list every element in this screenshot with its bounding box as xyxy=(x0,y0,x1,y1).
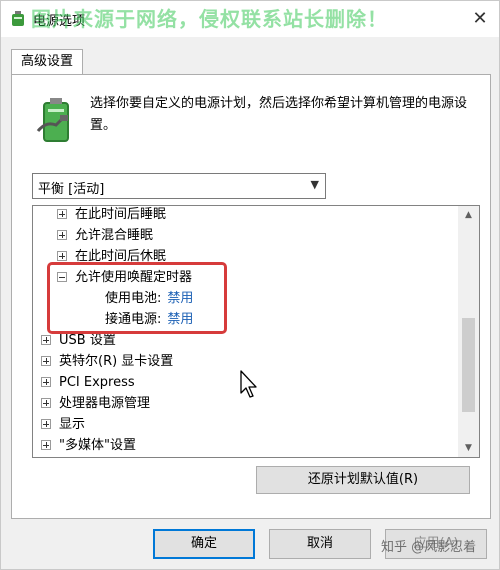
watermark-text: 图片来源于网络，侵权联系站长删除！ xyxy=(31,7,388,31)
tree-item-label: "多媒体"设置 xyxy=(59,438,136,453)
restore-defaults-button[interactable]: 还原计划默认值(R) xyxy=(256,466,470,494)
expand-icon[interactable] xyxy=(41,335,51,345)
tree-item-label: PCI Express xyxy=(59,375,135,390)
expand-icon[interactable] xyxy=(41,419,51,429)
red-highlight-box xyxy=(47,262,227,334)
scroll-thumb[interactable] xyxy=(462,318,475,412)
credit-watermark: 知乎 @风影忍着 xyxy=(381,540,477,555)
scroll-up-arrow-icon[interactable]: ▲ xyxy=(458,206,479,224)
battery-plug-icon xyxy=(36,98,69,142)
tree-item-display[interactable]: 显示 xyxy=(41,414,85,435)
description-text: 选择你要自定义的电源计划，然后选择你希望计算机管理的电源设置。 xyxy=(90,96,468,133)
tree-item-label: USB 设置 xyxy=(59,333,116,348)
expand-icon[interactable] xyxy=(41,356,51,366)
expand-icon[interactable] xyxy=(41,377,51,387)
expand-icon[interactable] xyxy=(57,209,67,219)
ok-button[interactable]: 确定 xyxy=(153,529,255,559)
tree-item-label: 处理器电源管理 xyxy=(59,396,151,411)
cancel-button[interactable]: 取消 xyxy=(269,529,371,559)
tree-content: 在此时间后睡眠 允许混合睡眠 在此时间后休眠 允许使用唤醒定时器 使用电池: 禁用… xyxy=(33,206,458,457)
expand-icon[interactable] xyxy=(41,440,51,450)
power-options-icon xyxy=(12,11,24,26)
advanced-settings-panel: 选择你要自定义的电源计划，然后选择你希望计算机管理的电源设置。 平衡 [活动] … xyxy=(11,74,491,519)
tree-item-pci-express[interactable]: PCI Express xyxy=(41,372,135,393)
mouse-cursor-icon xyxy=(240,370,257,398)
power-plan-select-value: 平衡 [活动] xyxy=(38,182,105,197)
tree-item-label: 在此时间后睡眠 xyxy=(75,207,167,222)
tree-item-processor-power[interactable]: 处理器电源管理 xyxy=(41,393,150,414)
tab-advanced-settings[interactable]: 高级设置 xyxy=(11,49,83,75)
tree-item-hybrid-sleep[interactable]: 允许混合睡眠 xyxy=(57,225,153,246)
power-plan-select[interactable]: 平衡 [活动] ▼ xyxy=(32,173,326,199)
tree-item-label: 英特尔(R) 显卡设置 xyxy=(59,354,174,369)
tree-item-intel-graphics[interactable]: 英特尔(R) 显卡设置 xyxy=(41,351,173,372)
tree-item-multimedia[interactable]: "多媒体"设置 xyxy=(41,435,136,456)
power-options-dialog: 电源选项 ✕ 图片来源于网络，侵权联系站长删除！ 高级设置 选择你要自定义的电源… xyxy=(0,0,500,570)
tree-item-label: 显示 xyxy=(59,417,86,432)
power-settings-tree[interactable]: 在此时间后睡眠 允许混合睡眠 在此时间后休眠 允许使用唤醒定时器 使用电池: 禁用… xyxy=(32,205,480,458)
chevron-down-icon: ▼ xyxy=(310,178,319,191)
tree-item-sleep-after[interactable]: 在此时间后睡眠 xyxy=(57,206,166,225)
close-button[interactable]: ✕ xyxy=(467,6,493,32)
expand-icon[interactable] xyxy=(57,251,67,261)
vertical-scrollbar[interactable]: ▲ ▼ xyxy=(458,206,479,457)
tree-item-label: 允许混合睡眠 xyxy=(75,228,154,243)
expand-icon[interactable] xyxy=(41,398,51,408)
expand-icon[interactable] xyxy=(57,230,67,240)
scroll-down-arrow-icon[interactable]: ▼ xyxy=(458,439,479,457)
